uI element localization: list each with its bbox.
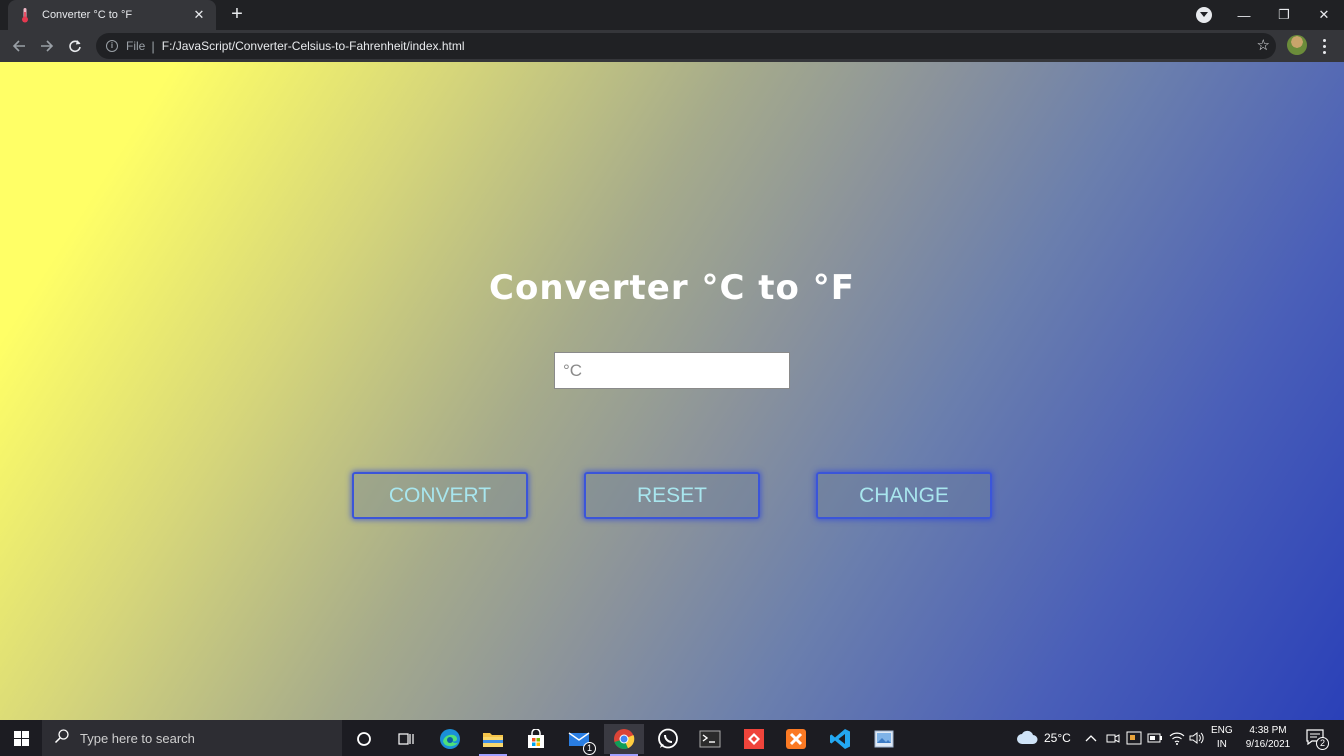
omnibox-separator: | xyxy=(151,38,155,54)
clock[interactable]: 4:38 PM 9/16/2021 xyxy=(1242,720,1294,756)
minimize-button[interactable]: — xyxy=(1224,0,1264,30)
page-heading: Converter °C to °F xyxy=(489,268,855,308)
close-window-button[interactable]: ✕ xyxy=(1304,0,1344,30)
cortana-icon[interactable] xyxy=(344,724,384,754)
volume-icon[interactable] xyxy=(1189,720,1205,756)
terminal-icon[interactable] xyxy=(690,724,730,754)
photos-icon[interactable] xyxy=(864,724,904,754)
battery-icon[interactable] xyxy=(1147,720,1163,756)
bookmark-star-icon[interactable]: ☆ xyxy=(1257,37,1270,55)
clock-date: 9/16/2021 xyxy=(1245,739,1291,750)
edge-browser-icon[interactable] xyxy=(430,724,470,754)
language-bottom: IN xyxy=(1216,739,1227,750)
change-button[interactable]: CHANGE xyxy=(816,472,992,519)
vscode-icon[interactable] xyxy=(820,724,860,754)
address-bar[interactable]: i File | F:/JavaScript/Converter-Celsius… xyxy=(96,33,1276,59)
mail-icon[interactable]: 1 xyxy=(560,724,600,755)
windows-logo-icon xyxy=(13,730,29,746)
language-top: ENG xyxy=(1211,725,1233,736)
thermometer-icon xyxy=(18,7,32,23)
xampp-icon[interactable] xyxy=(776,724,816,754)
defender-icon[interactable] xyxy=(1126,720,1142,756)
start-button[interactable] xyxy=(0,720,42,756)
clock-time: 4:38 PM xyxy=(1249,725,1287,736)
reset-button[interactable]: RESET xyxy=(584,472,760,519)
tab-search-button[interactable] xyxy=(1196,7,1212,23)
windows-taskbar: Type here to search 1 25°C ENG IN 4:38 P… xyxy=(0,720,1344,756)
cloud-icon xyxy=(1016,729,1038,748)
reload-icon[interactable] xyxy=(63,34,87,58)
celsius-input[interactable] xyxy=(554,352,790,389)
tab-close-icon[interactable]: ✕ xyxy=(192,7,206,23)
restore-button[interactable]: ❐ xyxy=(1264,0,1304,30)
language-indicator[interactable]: ENG IN xyxy=(1211,720,1233,756)
task-view-icon[interactable] xyxy=(386,724,426,754)
search-icon xyxy=(54,728,70,749)
omnibox-scheme: File xyxy=(126,39,146,53)
microsoft-store-icon[interactable] xyxy=(516,724,556,754)
file-explorer-icon[interactable] xyxy=(473,724,513,756)
new-tab-button[interactable]: + xyxy=(226,4,248,26)
forward-arrow-icon[interactable] xyxy=(35,34,59,58)
weather-temp: 25°C xyxy=(1044,731,1071,745)
action-center[interactable]: 2 xyxy=(1306,720,1329,756)
chrome-icon[interactable] xyxy=(604,724,644,756)
url-text[interactable]: F:/JavaScript/Converter-Celsius-to-Fahre… xyxy=(162,39,465,53)
taskbar-search[interactable]: Type here to search xyxy=(42,720,342,756)
browser-toolbar: i File | F:/JavaScript/Converter-Celsius… xyxy=(0,30,1344,62)
menu-kebab-icon[interactable] xyxy=(1318,34,1330,58)
back-arrow-icon[interactable] xyxy=(7,34,31,58)
browser-titlebar: Converter °C to °F ✕ + — ❐ ✕ xyxy=(0,0,1344,30)
page-content: Converter °C to °F CONVERT RESET CHANGE xyxy=(0,62,1344,720)
anydesk-icon[interactable] xyxy=(734,724,774,754)
weather-widget[interactable]: 25°C xyxy=(1016,720,1071,756)
convert-button[interactable]: CONVERT xyxy=(352,472,528,519)
mail-badge: 1 xyxy=(583,742,596,755)
whatsapp-icon[interactable] xyxy=(648,724,688,754)
show-hidden-icons[interactable] xyxy=(1085,720,1097,756)
search-placeholder: Type here to search xyxy=(80,730,195,746)
tab-title: Converter °C to °F xyxy=(42,9,133,21)
site-info-icon[interactable]: i xyxy=(106,40,118,52)
notification-badge: 2 xyxy=(1316,737,1329,750)
browser-tab[interactable]: Converter °C to °F ✕ xyxy=(8,0,216,30)
meet-now-icon[interactable] xyxy=(1106,720,1120,756)
wifi-icon[interactable] xyxy=(1169,720,1185,756)
profile-avatar[interactable] xyxy=(1287,35,1307,55)
